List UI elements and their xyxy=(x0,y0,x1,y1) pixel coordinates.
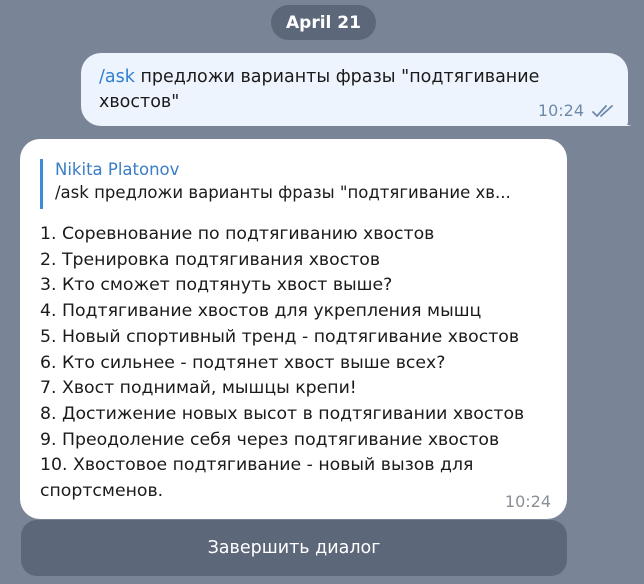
outgoing-message-bubble[interactable]: /ask предложи варианты фразы "подтягиван… xyxy=(81,53,628,126)
incoming-message-time: 10:24 xyxy=(504,492,551,511)
incoming-message-bubble[interactable]: Nikita Platonov /ask предложи варианты ф… xyxy=(20,139,567,519)
answer-list: 1. Соревнование по подтягиванию хвостов … xyxy=(40,222,545,505)
end-dialog-button[interactable]: Завершить диалог xyxy=(21,520,567,576)
list-item: 3. Кто сможет подтянуть хвост выше? xyxy=(40,275,393,296)
outgoing-message-body: предложи варианты фразы "подтягивание хв… xyxy=(99,67,540,112)
bot-command-link[interactable]: /ask xyxy=(99,67,135,87)
outgoing-message-time: 10:24 xyxy=(537,101,584,120)
list-item: 7. Хвост поднимай, мышцы крепи! xyxy=(40,378,357,399)
list-item: 8. Достижение новых высот в подтягивании… xyxy=(40,403,525,424)
outgoing-message-meta: 10:24 xyxy=(538,101,616,120)
outgoing-message-text: /ask предложи варианты фразы "подтягиван… xyxy=(99,65,569,115)
list-item: 9. Преодоление себя через подтягивание х… xyxy=(40,429,500,450)
reply-author: Nikita Platonov xyxy=(55,160,180,179)
list-item: 10. Хвостовое подтягивание - новый вызов… xyxy=(40,455,474,502)
date-separator: April 21 xyxy=(271,5,376,40)
bubble-tail xyxy=(620,114,634,126)
list-item: 2. Тренировка подтягивания хвостов xyxy=(40,249,381,270)
list-item: 5. Новый спортивный тренд - подтягивание… xyxy=(40,326,520,347)
double-check-icon xyxy=(592,104,613,117)
list-item: 1. Соревнование по подтягиванию хвостов xyxy=(40,224,435,244)
list-item: 4. Подтягивание хвостов для укрепления м… xyxy=(40,301,482,322)
list-item: 6. Кто сильнее - подтянет хвост выше все… xyxy=(40,352,446,373)
reply-text: /ask предложи варианты фразы "подтягиван… xyxy=(55,183,511,202)
reply-quote[interactable]: Nikita Platonov /ask предложи варианты ф… xyxy=(40,159,545,209)
